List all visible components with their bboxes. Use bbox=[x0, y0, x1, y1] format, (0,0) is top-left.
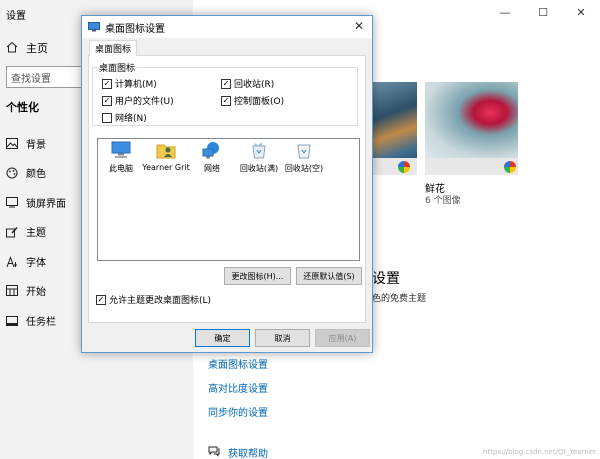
home-label: 主页 bbox=[26, 42, 48, 55]
checkbox-label: 控制面板(O) bbox=[234, 97, 285, 107]
font-icon bbox=[6, 255, 18, 268]
desktop-icon-settings-dialog: 桌面图标设置 ✕ 桌面图标 桌面图标 ✓ 计算机(M) ✓ 回收站(R) ✓ 用… bbox=[81, 15, 373, 353]
icon-label: 回收站(空) bbox=[284, 164, 324, 173]
network-icon bbox=[202, 140, 222, 160]
sidebar-item-themes[interactable]: 主题 bbox=[6, 224, 46, 239]
palette-icon bbox=[6, 167, 18, 179]
dialog-close-button[interactable]: ✕ bbox=[352, 19, 366, 33]
close-button[interactable]: ✕ bbox=[562, 0, 600, 24]
dialog-title: 桌面图标设置 bbox=[105, 23, 165, 35]
icon-label: 网络 bbox=[204, 164, 220, 173]
sidebar-item-background[interactable]: 背景 bbox=[6, 136, 46, 151]
tab-desktop-icons[interactable]: 桌面图标 bbox=[89, 40, 138, 56]
sidebar-item-taskbar[interactable]: 任务栏 bbox=[6, 313, 56, 328]
sidebar-item-fonts[interactable]: 字体 bbox=[6, 254, 46, 269]
search-placeholder: 查找设置 bbox=[11, 73, 51, 85]
recycle-bin-empty-icon bbox=[294, 140, 314, 160]
icon-label: Yearner Grit bbox=[142, 163, 190, 172]
checkbox-label: 回收站(R) bbox=[234, 80, 275, 90]
brush-icon bbox=[6, 226, 18, 238]
checkbox-recycle-bin[interactable]: ✓ 回收站(R) bbox=[221, 77, 274, 90]
watermark: https://blog.csdn.net/Qt_Yearner bbox=[483, 448, 596, 456]
color-swatch-icon bbox=[504, 161, 516, 173]
themes-store-text: 色的免费主题 bbox=[372, 294, 427, 304]
sidebar-item-colors[interactable]: 颜色 bbox=[6, 165, 46, 180]
theme-image-count: 6 个图像 bbox=[425, 196, 461, 206]
home-icon bbox=[6, 41, 18, 56]
group-title: 桌面图标 bbox=[97, 61, 138, 74]
sidebar-item-label: 开始 bbox=[26, 287, 46, 298]
list-item[interactable]: 回收站(空) bbox=[279, 140, 329, 174]
checkbox-box[interactable]: ✓ bbox=[102, 95, 112, 106]
sidebar-item-label: 锁屏界面 bbox=[26, 199, 66, 210]
list-item[interactable]: 网络 bbox=[187, 140, 237, 174]
desktop-icon-settings-link[interactable]: 桌面图标设置 bbox=[208, 356, 268, 371]
color-swatch-icon bbox=[398, 161, 410, 173]
checkbox-box[interactable] bbox=[102, 112, 112, 123]
checkbox-allow-themes[interactable]: ✓ 允许主题更改桌面图标(L) bbox=[96, 293, 211, 306]
checkbox-control-panel[interactable]: ✓ 控制面板(O) bbox=[221, 94, 284, 107]
checkbox-box[interactable]: ✓ bbox=[221, 78, 231, 89]
cancel-button[interactable]: 取消 bbox=[255, 329, 310, 347]
list-item[interactable]: 回收站(满) bbox=[234, 140, 284, 174]
checkbox-label: 计算机(M) bbox=[115, 80, 157, 90]
high-contrast-settings-link[interactable]: 高对比度设置 bbox=[208, 380, 268, 395]
home-nav[interactable]: 主页 bbox=[6, 40, 48, 56]
sidebar-item-label: 字体 bbox=[26, 258, 46, 269]
apply-button[interactable]: 应用(A) bbox=[315, 329, 370, 347]
checkbox-label: 允许主题更改桌面图标(L) bbox=[109, 296, 212, 306]
list-item[interactable]: Yearner Grit bbox=[141, 140, 191, 172]
icon-label: 回收站(满) bbox=[239, 164, 279, 173]
section-heading: 个性化 bbox=[6, 101, 39, 114]
change-icon-button[interactable]: 更改图标(H)... bbox=[224, 267, 291, 285]
dialog-titlebar: 桌面图标设置 ✕ bbox=[82, 16, 372, 38]
checkbox-box[interactable]: ✓ bbox=[221, 95, 231, 106]
computer-icon bbox=[111, 140, 131, 160]
sidebar-item-label: 任务栏 bbox=[26, 317, 56, 328]
image-icon bbox=[6, 138, 18, 150]
theme-thumbnail-flowers[interactable] bbox=[425, 82, 518, 158]
checkbox-label: 用户的文件(U) bbox=[115, 97, 174, 107]
get-help-link[interactable]: 获取帮助 bbox=[208, 445, 268, 459]
checkbox-box[interactable]: ✓ bbox=[102, 78, 112, 89]
sidebar-item-label: 颜色 bbox=[26, 169, 46, 180]
minimize-button[interactable]: — bbox=[486, 0, 524, 24]
checkbox-label: 网络(N) bbox=[115, 114, 147, 124]
sidebar-item-start[interactable]: 开始 bbox=[6, 283, 46, 298]
taskbar-icon bbox=[6, 315, 18, 327]
icon-label: 此电脑 bbox=[109, 164, 133, 173]
app-title: 设置 bbox=[6, 11, 26, 22]
get-help-label: 获取帮助 bbox=[228, 449, 268, 459]
checkbox-computer[interactable]: ✓ 计算机(M) bbox=[102, 77, 157, 90]
recycle-bin-full-icon bbox=[249, 140, 269, 160]
sidebar-item-label: 背景 bbox=[26, 140, 46, 151]
related-settings-heading: 设置 bbox=[372, 271, 400, 287]
ok-button[interactable]: 确定 bbox=[195, 329, 250, 347]
checkbox-box[interactable]: ✓ bbox=[96, 294, 106, 305]
monitor-icon bbox=[88, 22, 100, 32]
chat-bubble-icon bbox=[208, 446, 220, 459]
sidebar-item-lock-screen[interactable]: 锁屏界面 bbox=[6, 195, 66, 210]
maximize-button[interactable]: ☐ bbox=[524, 0, 562, 24]
checkbox-user-files[interactable]: ✓ 用户的文件(U) bbox=[102, 94, 174, 107]
start-grid-icon bbox=[6, 285, 18, 297]
window-controls: — ☐ ✕ bbox=[486, 0, 600, 24]
user-folder-icon bbox=[156, 140, 176, 160]
theme-thumbnail-1-bar bbox=[372, 158, 417, 175]
sidebar-item-label: 主题 bbox=[26, 228, 46, 239]
restore-default-button[interactable]: 还原默认值(S) bbox=[296, 267, 362, 285]
checkbox-network[interactable]: 网络(N) bbox=[102, 111, 147, 124]
list-item[interactable]: 此电脑 bbox=[96, 140, 146, 174]
lock-screen-icon bbox=[6, 197, 18, 209]
sync-settings-link[interactable]: 同步你的设置 bbox=[208, 404, 268, 419]
